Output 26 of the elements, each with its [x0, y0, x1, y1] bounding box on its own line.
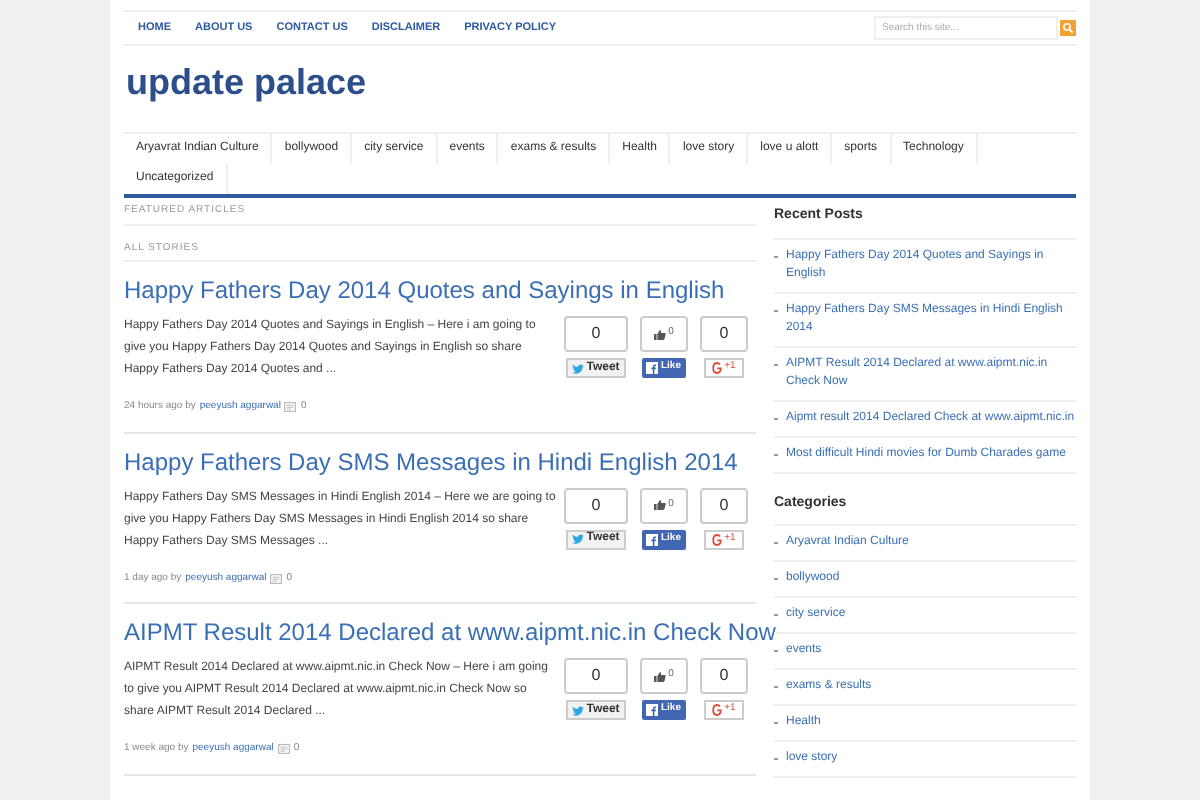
- thumbs-up-icon: [654, 329, 667, 339]
- search-icon[interactable]: [1060, 20, 1076, 36]
- facebook-icon: [646, 362, 659, 374]
- tweet-count: 0: [564, 658, 628, 694]
- google-icon: [712, 533, 723, 545]
- comment-icon: [270, 573, 283, 584]
- post-title[interactable]: Happy Fathers Day SMS Messages in Hindi English 2014: [124, 445, 738, 477]
- tweet-count: 0: [564, 487, 628, 523]
- post-title[interactable]: Happy Fathers Day 2014 Quotes and Sayings in English: [124, 274, 725, 306]
- comment-icon: [277, 744, 290, 755]
- google-icon: [712, 362, 723, 374]
- bird-icon: [572, 705, 585, 715]
- comment-icon: [284, 402, 297, 413]
- facebook-icon: [646, 533, 659, 545]
- plus-one-count: 0: [700, 316, 748, 352]
- site-title[interactable]: update palace: [126, 60, 367, 104]
- plus-one-count: 0: [700, 487, 748, 523]
- bird-icon: [572, 534, 585, 544]
- tweet-count: 0: [564, 316, 628, 352]
- thumbs-up-icon: [654, 671, 667, 681]
- facebook-icon: [646, 704, 659, 716]
- bird-icon: [572, 363, 585, 373]
- thumbs-up-icon: [654, 500, 667, 510]
- plus-one-count: 0: [700, 658, 748, 694]
- post-title[interactable]: AIPMT Result 2014 Declared at www.aipmt.nic.in Check Now: [124, 616, 776, 648]
- google-icon: [712, 704, 723, 716]
